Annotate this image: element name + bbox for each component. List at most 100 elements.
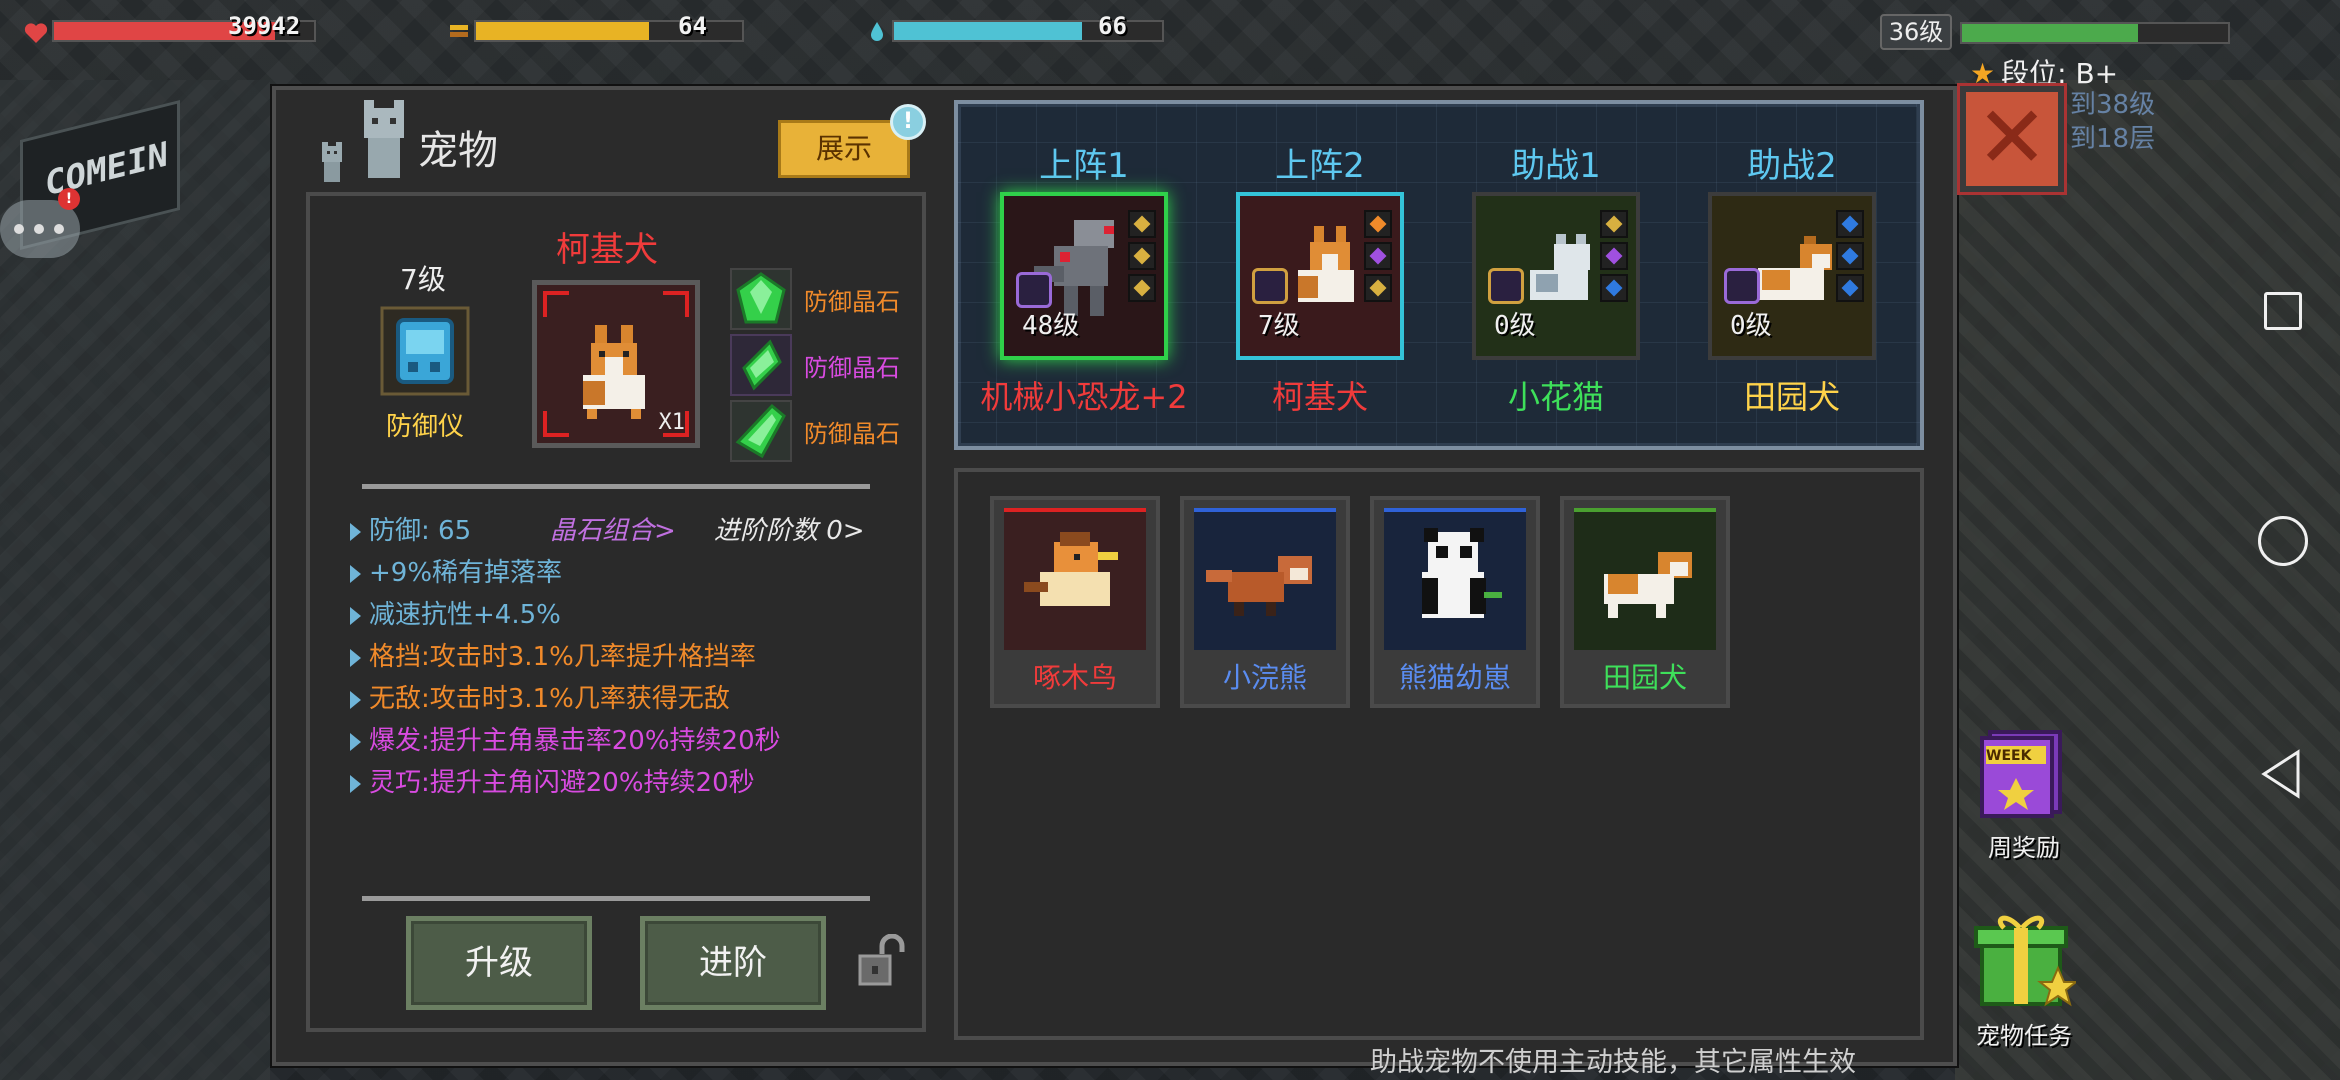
slot-name-2: 柯基犬 <box>1271 378 1368 416</box>
inventory-pet-3[interactable]: 熊猫幼崽 <box>1370 496 1540 708</box>
player-level-badge: 36级 <box>1880 14 1952 50</box>
divider-top <box>362 484 870 489</box>
close-icon: ✕ <box>1975 88 2049 188</box>
slot-level-2: 7级 <box>1258 311 1300 341</box>
gem-slot-2[interactable]: 防御晶石 <box>730 334 930 396</box>
recent-apps-icon[interactable] <box>2264 292 2302 330</box>
gem-label-1: 防御晶石 <box>804 288 900 316</box>
week-tag: WEEK <box>1986 748 2032 764</box>
gem-label-2: 防御晶石 <box>804 354 900 382</box>
stat-agility: 灵巧:提升主角闪避20%持续20秒 <box>350 762 755 799</box>
background-floor-text: 到38级 到18层 <box>2070 90 2156 154</box>
stat-invincible: 无敌:攻击时3.1%几率获得无敌 <box>350 678 730 715</box>
assist-hint-text: 助战宠物不使用主动技能，其它属性生效 <box>1370 1047 1856 1078</box>
water-value: 66 <box>1098 12 1127 40</box>
pet-tasks-label[interactable]: 宠物任务 <box>1954 1016 2094 1051</box>
team-slot-3[interactable]: 0级 <box>1472 192 1640 360</box>
slot-title-1: 上阵1 <box>1039 146 1129 186</box>
chat-notification-badge: ! <box>58 188 80 210</box>
gem-slot-1[interactable]: 防御晶石 <box>730 268 930 330</box>
green-gem-icon <box>736 272 786 324</box>
stat-defense: 防御: 65 <box>350 510 471 547</box>
gem-label-3: 防御晶石 <box>804 420 900 448</box>
slot-name-3: 小花猫 <box>1507 378 1604 416</box>
panda-cub-sprite <box>1422 528 1502 618</box>
pet-art <box>1384 508 1526 650</box>
slot-title-4: 助战2 <box>1747 146 1837 186</box>
pet-count: X1 <box>658 410 686 435</box>
inventory-pet-name-1: 啄木鸟 <box>1032 661 1117 694</box>
inventory-pet-1[interactable]: 啄木鸟 <box>990 496 1160 708</box>
slot-level-4: 0级 <box>1730 311 1772 341</box>
selected-pet-name: 柯基犬 <box>556 230 658 270</box>
gem-combo-link[interactable]: 晶石组合> <box>550 510 676 547</box>
gem-socket <box>1836 210 1864 238</box>
slot-name-1: 机械小恐龙+2 <box>980 378 1188 416</box>
gem-socket <box>1364 274 1392 302</box>
skill-badge <box>1016 272 1052 308</box>
gem-socket <box>1128 274 1156 302</box>
inventory-pet-2[interactable]: 小浣熊 <box>1180 496 1350 708</box>
defense-device-label: 防御仪 <box>386 412 465 442</box>
team-slot-2[interactable]: 7级 <box>1236 192 1404 360</box>
heart-icon <box>24 22 48 44</box>
gem-slot-3[interactable]: 防御晶石 <box>730 400 930 462</box>
close-button[interactable]: ✕ <box>1960 86 2064 192</box>
team-slot-4[interactable]: 0级 <box>1708 192 1876 360</box>
inventory-pet-4[interactable]: 田园犬 <box>1560 496 1730 708</box>
pet-art <box>1574 508 1716 650</box>
upgrade-button[interactable]: 升级 <box>406 916 592 1010</box>
slot-title-3: 助战1 <box>1511 146 1601 186</box>
selected-pet-portrait[interactable]: X1 <box>532 280 700 448</box>
skill-badge <box>1252 268 1288 304</box>
green-gem-icon <box>735 403 786 459</box>
divider-bottom <box>362 896 870 901</box>
xp-bar <box>1960 22 2230 44</box>
info-badge[interactable]: ! <box>890 104 926 140</box>
gift-icon[interactable] <box>1972 906 2076 1010</box>
water-drop-icon <box>866 20 888 42</box>
gem-socket <box>1836 274 1864 302</box>
food-value: 64 <box>678 12 707 40</box>
stat-slow-resist: 减速抗性+4.5% <box>350 594 561 631</box>
home-icon[interactable] <box>2258 516 2308 566</box>
advance-count-link[interactable]: 进阶阶数 0> <box>714 510 865 547</box>
show-button[interactable]: 展示 <box>778 120 910 178</box>
stat-burst: 爆发:提升主角暴击率20%持续20秒 <box>350 720 781 757</box>
gem-socket <box>1836 242 1864 270</box>
small-cat-icon <box>322 142 342 182</box>
gem-socket <box>1364 242 1392 270</box>
advance-button[interactable]: 进阶 <box>640 916 826 1010</box>
cat-icon <box>364 100 404 178</box>
pet-art <box>1194 508 1336 650</box>
team-slot-1[interactable]: 48级 <box>1000 192 1168 360</box>
red-panda-sprite <box>1206 556 1312 616</box>
weekly-reward-label[interactable]: 周奖励 <box>1954 828 2094 863</box>
unlock-icon[interactable] <box>854 934 910 990</box>
water-bar-fill <box>894 22 1082 40</box>
green-gem-icon <box>742 339 782 391</box>
pet-art <box>1004 508 1146 650</box>
window-title: 宠物 <box>418 128 498 174</box>
gem-socket <box>1600 274 1628 302</box>
weekly-reward-icon[interactable] <box>1972 722 2072 822</box>
skill-badge <box>1724 268 1760 304</box>
gem-socket <box>1600 210 1628 238</box>
defense-device-icon[interactable] <box>380 306 470 396</box>
hp-value: 39942 <box>228 12 301 40</box>
food-bar-fill <box>476 22 649 40</box>
rural-dog-sprite <box>1604 552 1692 618</box>
xp-bar-fill <box>1962 24 2138 42</box>
skill-badge <box>1488 268 1524 304</box>
slot-level-1: 48级 <box>1022 311 1080 341</box>
slot-title-2: 上阵2 <box>1275 146 1365 186</box>
inventory-pet-name-2: 小浣熊 <box>1222 661 1307 694</box>
gem-socket <box>1128 210 1156 238</box>
gem-socket <box>1600 242 1628 270</box>
inventory-pet-name-4: 田园犬 <box>1602 661 1687 694</box>
back-icon[interactable] <box>2258 748 2306 800</box>
stat-block: 格挡:攻击时3.1%几率提升格挡率 <box>350 636 756 673</box>
woodpecker-sprite <box>1024 532 1118 606</box>
slot-name-4: 田园犬 <box>1743 378 1840 416</box>
selected-pet-level: 7级 <box>400 263 446 296</box>
